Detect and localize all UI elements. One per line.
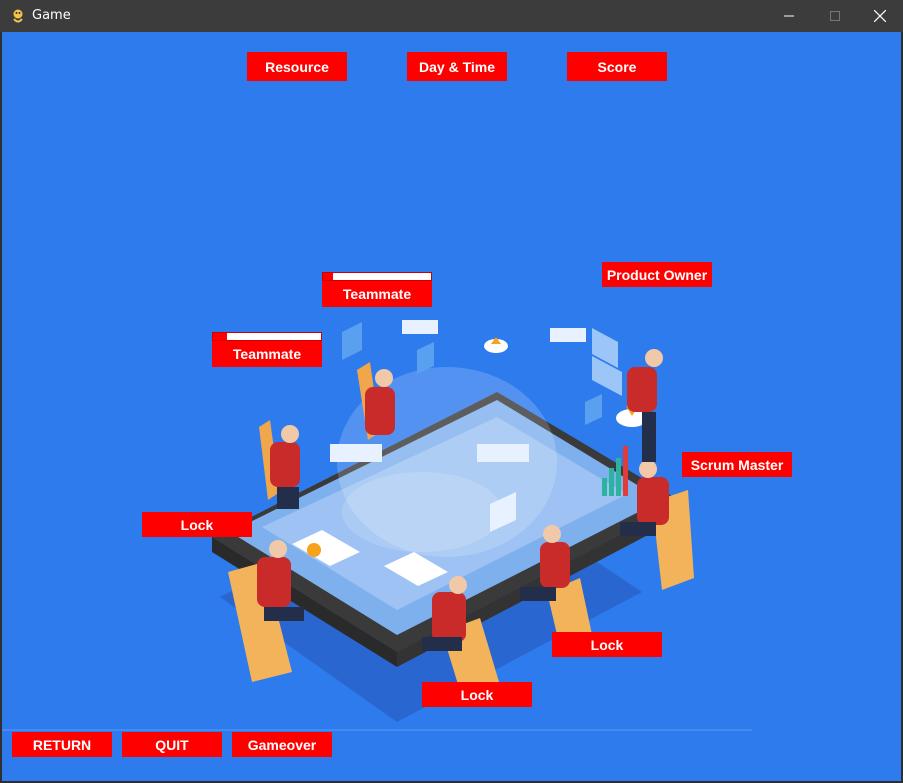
minimize-icon xyxy=(784,15,794,17)
lock-button-bottom[interactable]: Lock xyxy=(422,682,532,707)
meeting-room-illustration xyxy=(2,320,752,731)
minimize-button[interactable] xyxy=(766,0,812,32)
pygame-snake-icon xyxy=(13,9,23,23)
score-button[interactable]: Score xyxy=(567,52,667,81)
lock-button-right[interactable]: Lock xyxy=(552,632,662,657)
teammate-left-button[interactable]: Teammate xyxy=(212,341,322,367)
product-owner-button[interactable]: Product Owner xyxy=(602,262,712,287)
teammate-left-progress-fill xyxy=(213,333,228,340)
teammate-top-button[interactable]: Teammate xyxy=(322,281,432,307)
day-time-button[interactable]: Day & Time xyxy=(407,52,507,81)
maximize-icon xyxy=(830,11,840,21)
scrum-master-button[interactable]: Scrum Master xyxy=(682,452,792,477)
title-bar: Game xyxy=(0,0,903,32)
game-canvas: Resource Day & Time Score Teammate Teamm… xyxy=(2,32,901,781)
teammate-top-progress-fill xyxy=(323,273,333,280)
gameover-button[interactable]: Gameover xyxy=(232,732,332,757)
maximize-button[interactable] xyxy=(812,0,858,32)
quit-button[interactable]: QUIT xyxy=(122,732,222,757)
close-button[interactable] xyxy=(857,0,903,32)
resource-button[interactable]: Resource xyxy=(247,52,347,81)
game-window: Game Resource Day & Time Score Teammate … xyxy=(0,0,903,783)
close-icon xyxy=(874,10,886,22)
return-button[interactable]: RETURN xyxy=(12,732,112,757)
lock-button-left[interactable]: Lock xyxy=(142,512,252,537)
teammate-top-progress-bar xyxy=(322,272,432,281)
window-title: Game xyxy=(32,8,71,23)
teammate-left-progress-bar xyxy=(212,332,322,341)
